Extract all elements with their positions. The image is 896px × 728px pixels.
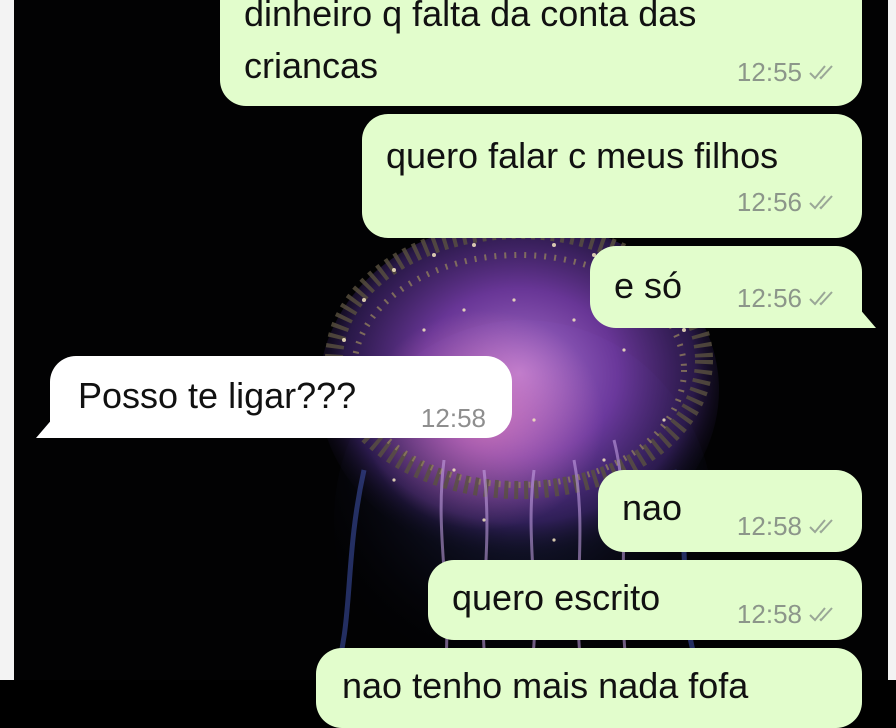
read-ticks-icon — [809, 65, 833, 80]
message-text: quero escrito — [452, 577, 661, 618]
message-time: 12:58 — [736, 599, 802, 629]
message-bubble-outgoing[interactable]: quero escrito 12:58 — [428, 560, 862, 640]
message-bubble-outgoing[interactable]: nao tenho mais nada fofa — [316, 648, 862, 728]
message-text: nao tenho mais nada fofa — [342, 665, 749, 706]
message-time: 12:56 — [736, 283, 802, 313]
message-meta: 12:56 — [737, 180, 838, 224]
message-bubble-outgoing[interactable]: dinheiro q falta da conta das criancas 1… — [220, 0, 862, 106]
message-time: 12:56 — [736, 187, 802, 217]
message-text: quero falar c meus filhos — [386, 135, 779, 176]
message-text: nao — [622, 487, 683, 528]
message-meta: 12:55 — [737, 50, 838, 94]
message-time: 12:58 — [420, 403, 486, 433]
read-ticks-icon — [809, 291, 833, 306]
message-time: 12:55 — [736, 57, 802, 87]
message-text: criancas — [244, 45, 379, 86]
screen-edge-right — [888, 0, 896, 680]
message-text: Posso te ligar??? — [78, 375, 357, 416]
message-text: dinheiro q falta da conta das — [244, 0, 697, 34]
read-ticks-icon — [809, 519, 833, 534]
message-meta: 12:56 — [737, 276, 838, 320]
read-ticks-icon — [809, 195, 833, 210]
bubble-tail-incoming — [36, 410, 60, 438]
message-bubble-outgoing[interactable]: nao 12:58 — [598, 470, 862, 552]
message-bubble-outgoing[interactable]: quero falar c meus filhos 12:56 — [362, 114, 862, 238]
message-meta: 12:58 — [421, 396, 486, 440]
read-ticks-icon — [809, 607, 833, 622]
screen-edge-left — [0, 0, 14, 680]
message-meta: 12:58 — [737, 504, 838, 548]
message-text: e só — [614, 265, 683, 306]
message-meta: 12:58 — [737, 592, 838, 636]
message-bubble-outgoing[interactable]: e só 12:56 — [590, 246, 862, 328]
message-bubble-incoming[interactable]: Posso te ligar??? 12:58 — [50, 356, 512, 438]
bubble-tail-outgoing — [852, 300, 876, 328]
message-time: 12:58 — [736, 511, 802, 541]
